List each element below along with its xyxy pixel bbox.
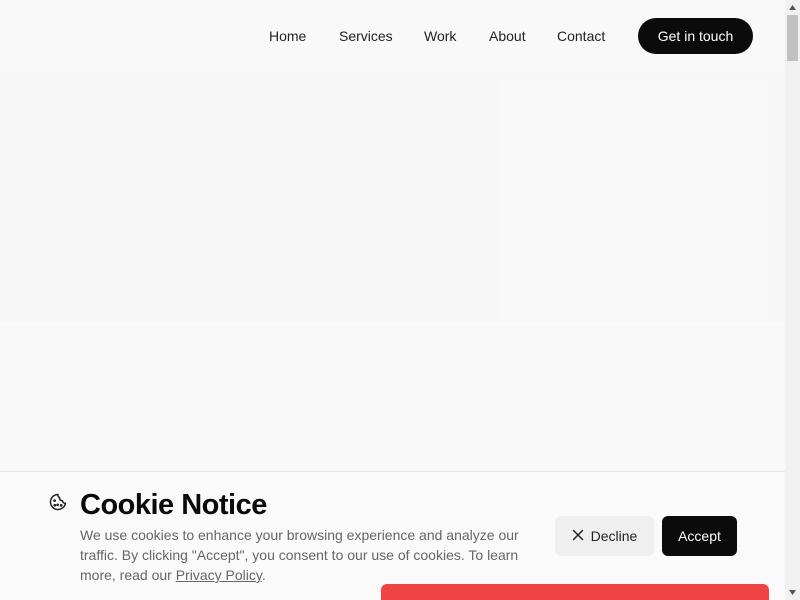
vertical-scrollbar[interactable] <box>785 0 800 600</box>
nav-link-work[interactable]: Work <box>424 28 456 44</box>
nav-link-contact[interactable]: Contact <box>557 28 605 44</box>
cookie-icon <box>48 492 68 512</box>
scroll-up-arrow-icon[interactable] <box>785 0 800 15</box>
privacy-policy-link[interactable]: Privacy Policy <box>176 567 262 583</box>
cookie-title: Cookie Notice <box>80 489 267 521</box>
accept-button[interactable]: Accept <box>662 516 737 556</box>
nav-link-about[interactable]: About <box>489 28 526 44</box>
get-in-touch-button[interactable]: Get in touch <box>638 18 753 54</box>
scroll-down-arrow-icon[interactable] <box>785 585 800 600</box>
cookie-description-end: . <box>261 567 266 583</box>
cookie-description-text: We use cookies to enhance your browsing … <box>80 527 519 583</box>
page: Home Services Work About Contact Get in … <box>0 0 785 600</box>
nav-link-home[interactable]: Home <box>269 28 306 44</box>
decline-button[interactable]: Decline <box>555 516 654 556</box>
alert-bar <box>381 584 769 600</box>
decline-label: Decline <box>590 528 638 544</box>
cookie-description: We use cookies to enhance your browsing … <box>80 525 528 585</box>
top-navigation: Home Services Work About Contact Get in … <box>0 0 785 72</box>
close-icon <box>572 528 584 544</box>
hero-decoration <box>500 80 770 320</box>
scrollbar-thumb[interactable] <box>787 15 798 61</box>
nav-link-services[interactable]: Services <box>339 28 393 44</box>
